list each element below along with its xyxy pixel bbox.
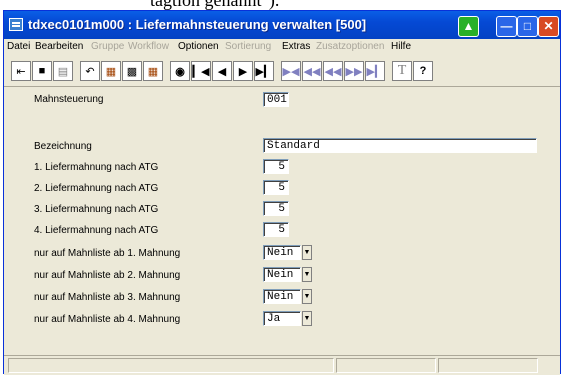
menu-optionen[interactable]: Optionen <box>178 41 219 52</box>
session-icon[interactable]: ▲ <box>458 16 479 37</box>
next-record-icon[interactable]: ▶ <box>233 61 253 81</box>
label-liste-1: nur auf Mahnliste ab 1. Mahnung <box>34 248 181 259</box>
caption-text: tagtion genannt"). <box>150 0 280 10</box>
liste-2-select[interactable]: Nein <box>263 267 301 282</box>
undo-icon[interactable]: ↶ <box>80 61 100 81</box>
previous-record-icon[interactable]: ◀ <box>212 61 232 81</box>
close-button[interactable]: ✕ <box>538 16 559 37</box>
print-icon[interactable]: ▤ <box>53 61 73 81</box>
mahnung-1-field[interactable]: 5 <box>263 159 289 174</box>
mahnung-4-field[interactable]: 5 <box>263 222 289 237</box>
copy-record-icon[interactable]: ▦ <box>101 61 121 81</box>
toolbar: ⇤ ■ ▤ ↶ ▦ ▩ ▦ ◉ ▎◀ ◀ ▶ ▶▎ ▶◀ ◀◀ ◀◀ ▶▶ ▶▎… <box>4 58 560 87</box>
help-icon[interactable]: ? <box>413 61 433 81</box>
window-title: tdxec0101m000 : Liefermahnsteuerung verw… <box>28 17 367 32</box>
chevron-down-icon[interactable]: ▼ <box>302 245 312 260</box>
next-page-icon[interactable]: ▶▶ <box>344 61 364 81</box>
chevron-down-icon[interactable]: ▼ <box>302 289 312 304</box>
label-mahnsteuerung: Mahnsteuerung <box>34 94 104 105</box>
label-mahnung-4: 4. Liefermahnung nach ATG <box>34 225 159 236</box>
bezeichnung-field[interactable]: Standard <box>263 138 537 153</box>
minimize-button[interactable]: — <box>496 16 517 37</box>
application-window: tdxec0101m000 : Liefermahnsteuerung verw… <box>3 10 561 375</box>
label-bezeichnung: Bezeichnung <box>34 141 92 152</box>
duplicate-icon[interactable]: ▦ <box>143 61 163 81</box>
chevron-down-icon[interactable]: ▼ <box>302 311 312 326</box>
status-bar <box>4 355 560 375</box>
status-cell-message <box>8 358 334 373</box>
menu-extras[interactable]: Extras <box>282 41 310 52</box>
mahnsteuerung-field[interactable]: 001 <box>263 92 289 107</box>
first-group-icon[interactable]: ▶◀ <box>281 61 301 81</box>
menu-sortierung: Sortierung <box>225 41 272 52</box>
status-cell-mode <box>336 358 436 373</box>
text-icon[interactable]: T <box>392 61 412 81</box>
document-caption-fragment: tagtion genannt"). <box>0 0 564 10</box>
liste-4-select[interactable]: Ja <box>263 311 301 326</box>
first-record-icon[interactable]: ▎◀ <box>191 61 211 81</box>
paste-icon[interactable]: ▩ <box>122 61 142 81</box>
title-bar[interactable]: tdxec0101m000 : Liefermahnsteuerung verw… <box>4 11 560 39</box>
liste-3-select[interactable]: Nein <box>263 289 301 304</box>
find-icon[interactable]: ◉ <box>170 61 190 81</box>
label-mahnung-2: 2. Liefermahnung nach ATG <box>34 183 159 194</box>
app-icon[interactable] <box>9 18 23 31</box>
label-mahnung-3: 3. Liefermahnung nach ATG <box>34 204 159 215</box>
label-liste-4: nur auf Mahnliste ab 4. Mahnung <box>34 314 181 325</box>
exit-icon[interactable]: ⇤ <box>11 61 31 81</box>
minimize-icon: — <box>500 19 513 33</box>
mahnung-2-field[interactable]: 5 <box>263 180 289 195</box>
save-icon[interactable]: ■ <box>32 61 52 81</box>
menu-zusatzoptionen: Zusatzoptionen <box>316 41 385 52</box>
menu-hilfe[interactable]: Hilfe <box>391 41 411 52</box>
status-cell-info <box>438 358 538 373</box>
chevron-down-icon[interactable]: ▼ <box>302 267 312 282</box>
last-group-icon[interactable]: ▶▎ <box>365 61 385 81</box>
maximize-icon: □ <box>523 19 532 33</box>
previous-group-icon[interactable]: ◀◀ <box>302 61 322 81</box>
close-icon: ✕ <box>543 19 554 33</box>
last-record-icon[interactable]: ▶▎ <box>254 61 274 81</box>
mahnung-3-field[interactable]: 5 <box>263 201 289 216</box>
menu-gruppe: Gruppe <box>91 41 125 52</box>
label-liste-3: nur auf Mahnliste ab 3. Mahnung <box>34 292 181 303</box>
previous-page-icon[interactable]: ◀◀ <box>323 61 343 81</box>
menu-bar: Datei Bearbeiten Gruppe Workflow Optione… <box>4 39 560 57</box>
menu-workflow: Workflow <box>128 41 169 52</box>
form-area: Mahnsteuerung 001 Bezeichnung Standard 1… <box>4 87 560 349</box>
label-mahnung-1: 1. Liefermahnung nach ATG <box>34 162 159 173</box>
liste-1-select[interactable]: Nein <box>263 245 301 260</box>
maximize-button[interactable]: □ <box>517 16 538 37</box>
menu-datei[interactable]: Datei <box>7 41 30 52</box>
menu-bearbeiten[interactable]: Bearbeiten <box>35 41 83 52</box>
label-liste-2: nur auf Mahnliste ab 2. Mahnung <box>34 270 181 281</box>
session-glyph: ▲ <box>462 19 475 33</box>
